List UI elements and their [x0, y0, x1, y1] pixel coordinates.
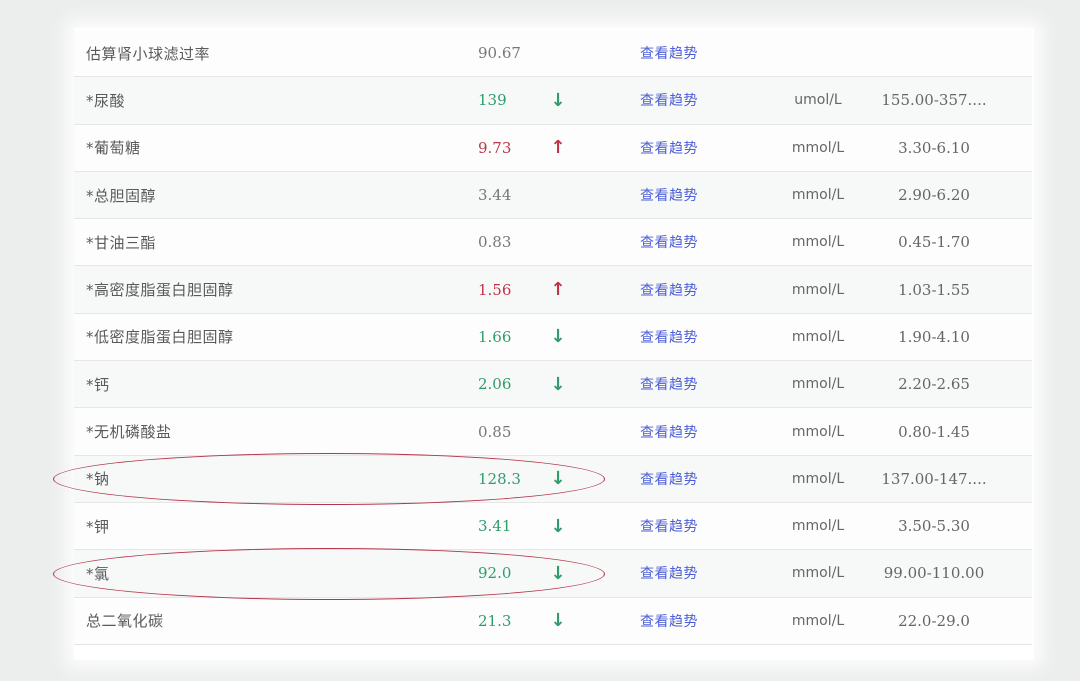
view-trend-link[interactable]: 查看趋势: [640, 503, 730, 549]
test-unit: mmol/L: [791, 281, 845, 298]
test-name: *氯: [86, 564, 110, 583]
arrow-down-icon: ↓: [550, 373, 566, 395]
test-name: *钠: [86, 470, 110, 489]
test-unit: [768, 30, 868, 76]
reference-range: 137.00-147....: [881, 469, 987, 488]
test-name: *甘油三酯: [86, 233, 157, 252]
test-name: *无机磷酸盐: [86, 423, 172, 442]
view-trend-link[interactable]: 查看趋势: [640, 598, 730, 644]
table-row: *高密度脂蛋白胆固醇 1.56 ↑ 查看趋势 mmol/L 1.03-1.55: [74, 266, 1032, 314]
table-row: *无机磷酸盐 0.85 查看趋势 mmol/L 0.80-1.45: [74, 408, 1032, 456]
arrow-down-icon: ↓: [550, 326, 566, 348]
table-row: *总胆固醇 3.44 查看趋势 mmol/L 2.90-6.20: [74, 171, 1032, 220]
reference-range: 22.0-29.0: [898, 611, 970, 630]
test-value: 1.66: [478, 327, 512, 346]
arrow-up-icon: ↑: [550, 279, 566, 301]
test-unit: mmol/L: [791, 187, 845, 204]
arrow-down-icon: ↓: [550, 89, 566, 111]
test-name: *葡萄糖: [86, 139, 141, 158]
view-trend-link[interactable]: 查看趋势: [640, 456, 730, 502]
table-row: *甘油三酯 0.83 查看趋势 mmol/L 0.45-1.70: [74, 219, 1032, 267]
test-name: *总胆固醇: [86, 186, 157, 205]
test-name: *尿酸: [86, 91, 126, 110]
flag-icon: [548, 172, 568, 218]
test-unit: mmol/L: [791, 470, 845, 487]
test-value: 1.56: [478, 280, 512, 299]
table-row: *尿酸 139 ↓ 查看趋势 umol/L 155.00-357....: [74, 77, 1032, 125]
reference-range: 2.20-2.65: [898, 375, 970, 394]
reference-range: 99.00-110.00: [883, 564, 985, 583]
test-value: 3.41: [478, 517, 512, 536]
test-unit: mmol/L: [791, 328, 845, 345]
reference-range: 3.50-5.30: [898, 517, 970, 536]
test-value: 0.85: [478, 422, 512, 441]
reference-range: 1.90-4.10: [898, 327, 970, 346]
reference-range: 0.45-1.70: [898, 233, 970, 252]
view-trend-link[interactable]: 查看趋势: [640, 266, 730, 312]
test-unit: mmol/L: [791, 234, 845, 251]
flag-icon: [548, 219, 568, 265]
test-unit: mmol/L: [791, 518, 845, 535]
test-value: 139: [478, 91, 507, 110]
arrow-up-icon: ↑: [550, 137, 566, 159]
table-row: 估算肾小球滤过率 90.67 查看趋势: [74, 30, 1032, 78]
table-row: *钾 3.41 ↓ 查看趋势 mmol/L 3.50-5.30: [74, 502, 1032, 551]
reference-range: 2.90-6.20: [898, 186, 970, 205]
view-trend-link[interactable]: 查看趋势: [640, 408, 730, 454]
flag-icon: [548, 30, 568, 76]
test-unit: mmol/L: [791, 612, 845, 629]
view-trend-link[interactable]: 查看趋势: [640, 125, 730, 171]
test-unit: mmol/L: [791, 565, 845, 582]
table-row: *葡萄糖 9.73 ↑ 查看趋势 mmol/L 3.30-6.10: [74, 124, 1032, 172]
arrow-down-icon: ↓: [550, 468, 566, 490]
table-row: *低密度脂蛋白胆固醇 1.66 ↓ 查看趋势 mmol/L 1.90-4.10: [74, 313, 1032, 362]
flag-icon: [548, 408, 568, 454]
view-trend-link[interactable]: 查看趋势: [640, 550, 730, 596]
table-row: *氯 92.0 ↓ 查看趋势 mmol/L 99.00-110.00: [74, 550, 1032, 598]
view-trend-link[interactable]: 查看趋势: [640, 77, 730, 123]
arrow-down-icon: ↓: [550, 610, 566, 632]
test-name: *低密度脂蛋白胆固醇: [86, 328, 234, 347]
reference-range: 155.00-357....: [881, 91, 987, 110]
view-trend-link[interactable]: 查看趋势: [640, 172, 730, 218]
test-value: 9.73: [478, 138, 512, 157]
test-value: 2.06: [478, 375, 512, 394]
test-name: *高密度脂蛋白胆固醇: [86, 281, 234, 300]
table-row: 总二氧化碳 21.3 ↓ 查看趋势 mmol/L 22.0-29.0: [74, 597, 1032, 645]
arrow-down-icon: ↓: [550, 562, 566, 584]
test-value: 90.67: [478, 44, 521, 63]
test-unit: mmol/L: [791, 423, 845, 440]
test-unit: umol/L: [794, 92, 842, 109]
view-trend-link[interactable]: 查看趋势: [640, 314, 730, 360]
view-trend-link[interactable]: 查看趋势: [640, 30, 730, 76]
test-name: 总二氧化碳: [86, 612, 164, 631]
table-row: *钠 128.3 ↓ 查看趋势 mmol/L 137.00-147....: [74, 455, 1032, 503]
test-value: 3.44: [478, 186, 512, 205]
reference-range: 1.03-1.55: [898, 280, 970, 299]
test-name: *钙: [86, 375, 110, 394]
test-value: 92.0: [478, 564, 512, 583]
test-value: 128.3: [478, 469, 521, 488]
test-unit: mmol/L: [791, 139, 845, 156]
reference-range: [869, 30, 999, 76]
arrow-down-icon: ↓: [550, 515, 566, 537]
lab-results-table: 估算肾小球滤过率 90.67 查看趋势 *尿酸 139 ↓ 查看趋势 umol/L 155.00…: [74, 30, 1032, 645]
reference-range: 0.80-1.45: [898, 422, 970, 441]
test-value: 21.3: [478, 611, 512, 630]
test-value: 0.83: [478, 233, 512, 252]
view-trend-link[interactable]: 查看趋势: [640, 361, 730, 407]
test-name: *钾: [86, 517, 110, 536]
view-trend-link[interactable]: 查看趋势: [640, 219, 730, 265]
test-unit: mmol/L: [791, 376, 845, 393]
reference-range: 3.30-6.10: [898, 138, 970, 157]
table-row: *钙 2.06 ↓ 查看趋势 mmol/L 2.20-2.65: [74, 361, 1032, 409]
test-name: 估算肾小球滤过率: [86, 44, 211, 63]
